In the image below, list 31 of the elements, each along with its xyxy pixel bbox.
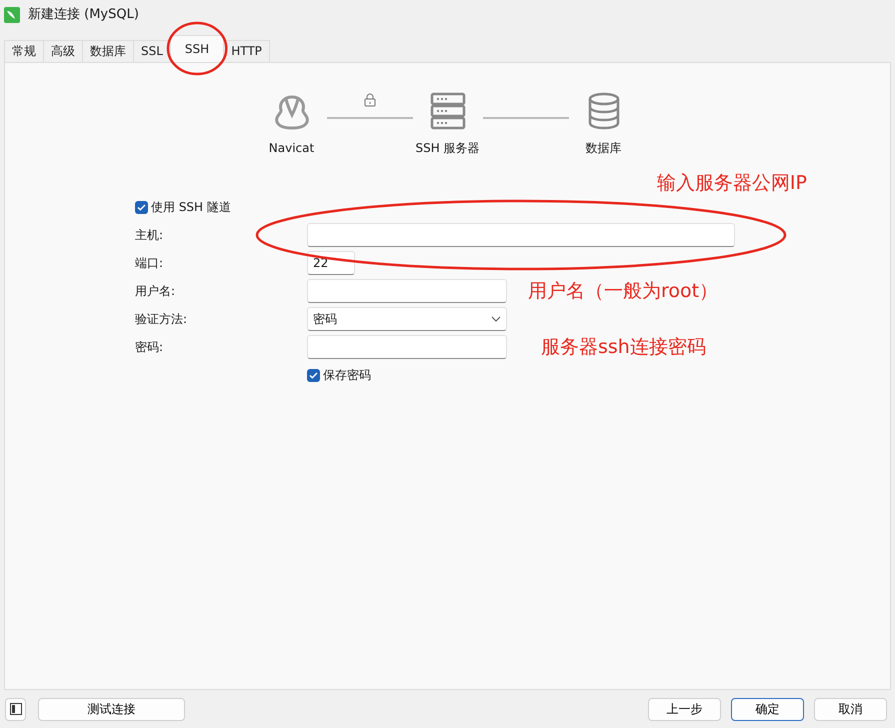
chevron-down-icon [491, 316, 501, 322]
tab[interactable]: SSH [170, 35, 224, 62]
dialog-button[interactable]: 取消 [814, 698, 887, 720]
checkbox[interactable] [307, 368, 320, 382]
annotation-text: 服务器ssh连接密码 [541, 334, 706, 360]
dialog-button[interactable]: 上一步 [648, 698, 721, 720]
field-label: 密码: [135, 339, 164, 356]
annotation-text: 输入服务器公网IP [656, 170, 807, 196]
tab[interactable]: HTTP [223, 40, 270, 62]
tab[interactable]: 常规 [4, 40, 44, 62]
input-field[interactable] [307, 279, 507, 303]
lock-icon [364, 93, 376, 107]
window-title: 新建连接 (MySQL) [28, 6, 139, 24]
sidebar-toggle-icon[interactable] [5, 698, 26, 720]
checkbox-label: 使用 SSH 隧道 [151, 199, 231, 216]
input-field[interactable] [307, 223, 735, 247]
field-label: 端口: [135, 255, 164, 272]
checkbox[interactable] [135, 200, 148, 214]
dropdown[interactable]: 密码 [307, 307, 507, 331]
field-label: 用户名: [135, 283, 176, 300]
input-field[interactable] [307, 335, 507, 359]
test-connection-button[interactable]: 测试连接 [38, 698, 185, 720]
node-label: SSH 服务器 [415, 140, 480, 157]
field-label: 主机: [135, 227, 164, 244]
annotation-text: 用户名（一般为root） [528, 278, 718, 304]
node-label: 数据库 [586, 140, 622, 157]
node-label: Navicat [268, 140, 314, 157]
field-label: 验证方法: [135, 311, 188, 328]
app-logo-icon [4, 7, 20, 23]
checkbox-label: 保存密码 [323, 367, 371, 384]
dialog-button[interactable]: 确定 [731, 698, 804, 720]
